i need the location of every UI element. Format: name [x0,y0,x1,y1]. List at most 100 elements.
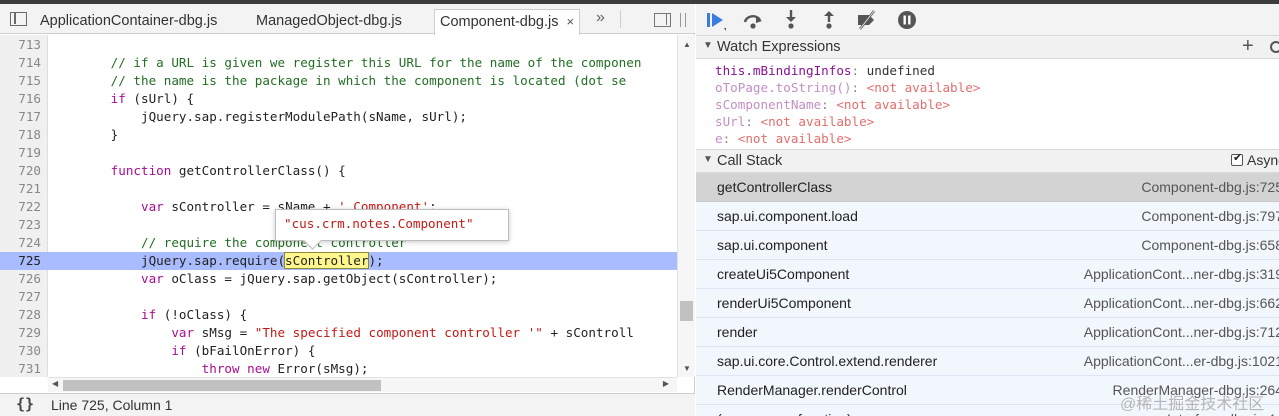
watch-expressions-header[interactable]: ▼ Watch Expressions + [696,35,1279,59]
call-frame-location[interactable]: Component-dbg.js:658 [1141,237,1279,253]
step-over-icon[interactable] [742,9,764,31]
toggle-debugger-sidebar-icon[interactable] [654,13,671,27]
watch-expression[interactable]: e: <not available> [715,130,852,147]
tab-component[interactable]: Component-dbg.js × [434,9,581,35]
line-number[interactable]: 713 [0,36,41,54]
code-line[interactable]: 714 // if a URL is given we register thi… [0,54,677,72]
call-frame[interactable]: renderUi5Component ApplicationCont...ner-… [696,289,1279,318]
close-tab-icon[interactable]: × [567,14,575,29]
collapse-triangle-icon[interactable]: ▼ [703,40,713,51]
scroll-down-icon[interactable]: ▼ [683,364,691,373]
line-number[interactable]: 720 [0,162,41,180]
code-line[interactable]: 721 [0,180,677,198]
call-frame[interactable]: sap.ui.component Component-dbg.js:658 [696,231,1279,260]
line-number[interactable]: 716 [0,90,41,108]
line-number[interactable]: 725 [0,252,41,270]
vertical-scroll-thumb[interactable] [680,301,693,321]
call-frame-location[interactable]: ApplicationCont...ner-dbg.js:662 [1084,295,1279,311]
step-into-icon[interactable] [780,9,802,31]
collapse-triangle-icon[interactable]: ▼ [703,154,713,165]
call-frame-location[interactable]: Component-dbg.js:797 [1141,208,1279,224]
async-label: Async [1247,152,1279,168]
code-line[interactable]: 716 if (sUrl) { [0,90,677,108]
line-number[interactable]: 718 [0,126,41,144]
resume-icon[interactable] [704,9,726,31]
code-line[interactable]: 726 var oClass = jQuery.sap.getObject(sC… [0,270,677,288]
code-line[interactable]: 717 jQuery.sap.registerModulePath(sName,… [0,108,677,126]
watermark: @稀土掘金技术社区 [1120,396,1265,413]
call-frame-location[interactable]: ApplicationCont...ner-dbg.js:712 [1084,324,1279,340]
deactivate-breakpoints-icon[interactable] [856,9,878,31]
call-frame[interactable]: render ApplicationCont...ner-dbg.js:712 [696,318,1279,347]
watch-expression[interactable]: sUrl: <not available> [715,113,874,130]
call-stack-header[interactable]: ▼ Call Stack Async [696,149,1279,173]
line-number[interactable]: 715 [0,72,41,90]
editor-vertical-scrollbar[interactable]: ▲ ▼ [677,35,695,377]
code-line[interactable]: 713 [0,36,677,54]
scroll-left-icon[interactable]: ◀ [52,379,58,388]
line-number[interactable]: 728 [0,306,41,324]
call-frame[interactable]: sap.ui.component.load Component-dbg.js:79… [696,202,1279,231]
watch-expression-name: e [715,131,723,146]
call-frame[interactable]: createUi5Component ApplicationCont...ner-… [696,260,1279,289]
code-line[interactable]: 719 [0,144,677,162]
line-number[interactable]: 722 [0,198,41,216]
line-number[interactable]: 719 [0,144,41,162]
code-line[interactable]: 715 // the name is the package in which … [0,72,677,90]
line-number[interactable]: 727 [0,288,41,306]
more-tabs-icon[interactable]: » [596,9,605,27]
call-frame[interactable]: sap.ui.core.Control.extend.renderer Appli… [696,347,1279,376]
code-line[interactable]: 727 [0,288,677,306]
current-execution-line[interactable]: 725 jQuery.sap.require(sController); [0,252,677,270]
call-frame-location[interactable]: ApplicationCont...er-dbg.js:1021 [1084,353,1279,369]
step-out-icon[interactable] [818,9,840,31]
call-frame-function: createUi5Component [717,266,850,282]
call-frame-selected[interactable]: getControllerClass Component-dbg.js:725 [696,173,1279,202]
code-line[interactable]: 731 throw new Error(sMsg); [0,360,677,377]
watch-expression[interactable]: this.mBindingInfos: undefined [715,62,935,79]
drag-handle-icon[interactable] [680,13,686,27]
watch-expression[interactable]: oToPage.toString(): <not available> [715,79,980,96]
editor-tab-bar: ApplicationContainer-dbg.js ManagedObjec… [0,4,695,35]
editor-horizontal-scrollbar[interactable]: ◀ ▶ [48,377,677,392]
toggle-navigator-icon[interactable] [10,12,27,26]
line-number[interactable]: 723 [0,216,41,234]
code-line[interactable]: 729 var sMsg = "The specified component … [0,324,677,342]
code-line[interactable]: 730 if (bFailOnError) { [0,342,677,360]
line-number[interactable]: 724 [0,234,41,252]
watch-expression[interactable]: sComponentName: <not available> [715,96,950,113]
line-number[interactable]: 721 [0,180,41,198]
call-frame-location[interactable]: ApplicationCont...ner-dbg.js:319 [1084,266,1279,282]
line-number[interactable]: 714 [0,54,41,72]
code-line[interactable]: 728 if (!oClass) { [0,306,677,324]
checkbox-icon[interactable] [1231,151,1243,166]
tab-applicationcontainer[interactable]: ApplicationContainer-dbg.js [40,9,217,34]
code-token: var [141,199,164,214]
line-number[interactable]: 726 [0,270,41,288]
line-number[interactable]: 731 [0,360,41,377]
separator: : [821,97,837,112]
tab-managedobject[interactable]: ManagedObject-dbg.js [256,9,402,34]
async-checkbox[interactable]: Async [1231,151,1279,168]
refresh-icon[interactable] [1270,41,1279,53]
watch-expression-name: oToPage.toString() [715,80,852,95]
line-number[interactable]: 717 [0,108,41,126]
line-number[interactable]: 729 [0,324,41,342]
code-text: jQuery.sap.require(sController); [50,252,384,270]
horizontal-scroll-thumb[interactable] [63,380,381,391]
code-token: Error(sMsg); [269,361,369,376]
code-line[interactable]: 718 } [0,126,677,144]
code-line[interactable]: 720 function getControllerClass() { [0,162,677,180]
scroll-up-icon[interactable]: ▲ [683,40,691,49]
scroll-right-icon[interactable]: ▶ [663,379,669,388]
call-frame-location[interactable]: Component-dbg.js:725 [1141,179,1279,195]
pause-on-exceptions-icon[interactable] [896,9,918,31]
pretty-print-button[interactable]: {} [16,395,34,413]
line-number[interactable]: 730 [0,342,41,360]
code-text: if (!oClass) { [50,306,247,324]
add-expression-button[interactable]: + [1242,35,1254,58]
code-editor[interactable]: 713 714 // if a URL is given we register … [0,35,677,377]
